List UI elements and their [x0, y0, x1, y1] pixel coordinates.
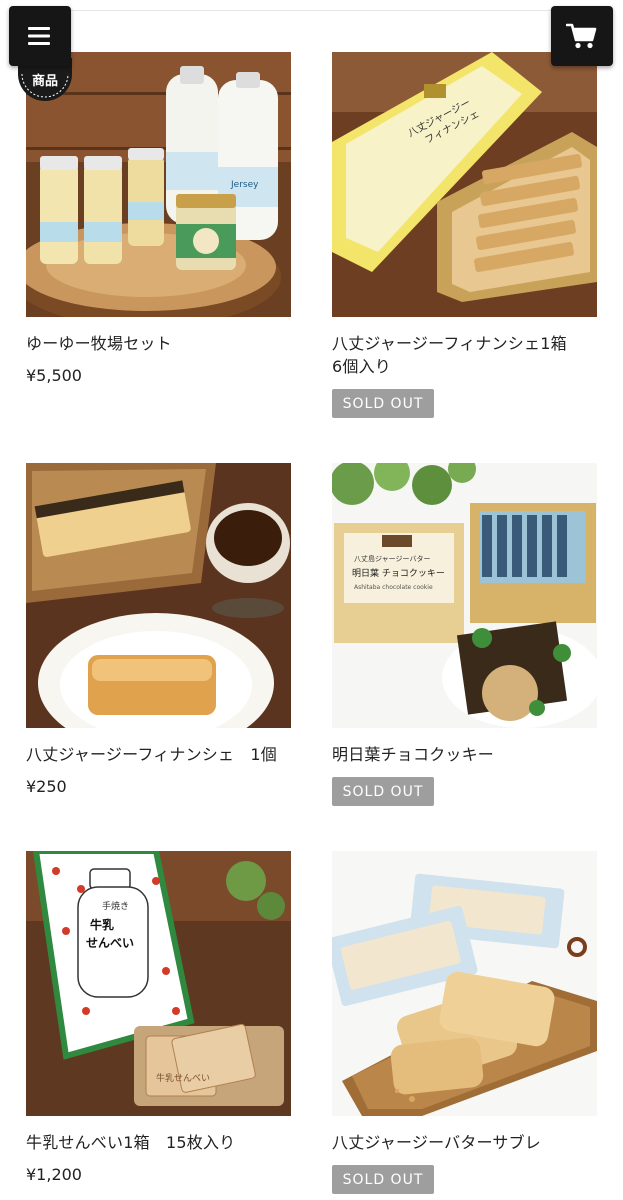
product-name[interactable]: 八丈ジャージーフィナンシェ1箱 6個入り [332, 332, 597, 378]
cookie-box-line-1: 八丈島ジャージーバター [354, 554, 430, 563]
sold-out-badge: SOLD OUT [332, 1165, 434, 1194]
shopping-cart-icon [566, 23, 597, 49]
product-name[interactable]: 明日葉チョコクッキー [332, 743, 597, 766]
product-price: ¥250 [26, 777, 67, 796]
product-image[interactable]: 八丈島ジャージーバター 明日葉 チョコクッキー Ashitaba chocola… [332, 463, 597, 728]
cookie-box-line-3: Ashitaba chocolate cookie [354, 584, 433, 591]
sold-out-badge: SOLD OUT [332, 777, 434, 806]
product-price: ¥5,500 [26, 366, 82, 385]
product-name[interactable]: ゆーゆー牧場セット [26, 332, 291, 355]
product-name[interactable]: 牛乳せんべい1箱 15枚入り [26, 1131, 291, 1154]
hamburger-menu-icon [28, 27, 50, 45]
senbei-piece-label: 牛乳せんべい [156, 1072, 210, 1084]
product-name[interactable]: 八丈ジャージーフィナンシェ 1個 [26, 743, 291, 766]
top-divider [70, 10, 553, 11]
product-image[interactable] [26, 463, 291, 728]
cart-button[interactable] [551, 6, 613, 66]
product-price: ¥1,200 [26, 1165, 82, 1184]
cookie-box-line-2: 明日葉 チョコクッキー [352, 567, 445, 579]
product-image[interactable]: 八丈ジャージーフィナンシェ [332, 52, 597, 317]
senbei-small-label: 手焼き [102, 900, 129, 912]
menu-button[interactable] [9, 6, 71, 66]
jersey-label: Jersey [230, 180, 259, 190]
product-name[interactable]: 八丈ジャージーバターサブレ [332, 1131, 597, 1154]
badge-label: 商品 [31, 74, 58, 89]
sold-out-badge: SOLD OUT [332, 389, 434, 418]
product-image[interactable] [332, 851, 597, 1116]
product-image[interactable]: 手焼き 牛乳せんべい 牛乳せんべい [26, 851, 291, 1116]
